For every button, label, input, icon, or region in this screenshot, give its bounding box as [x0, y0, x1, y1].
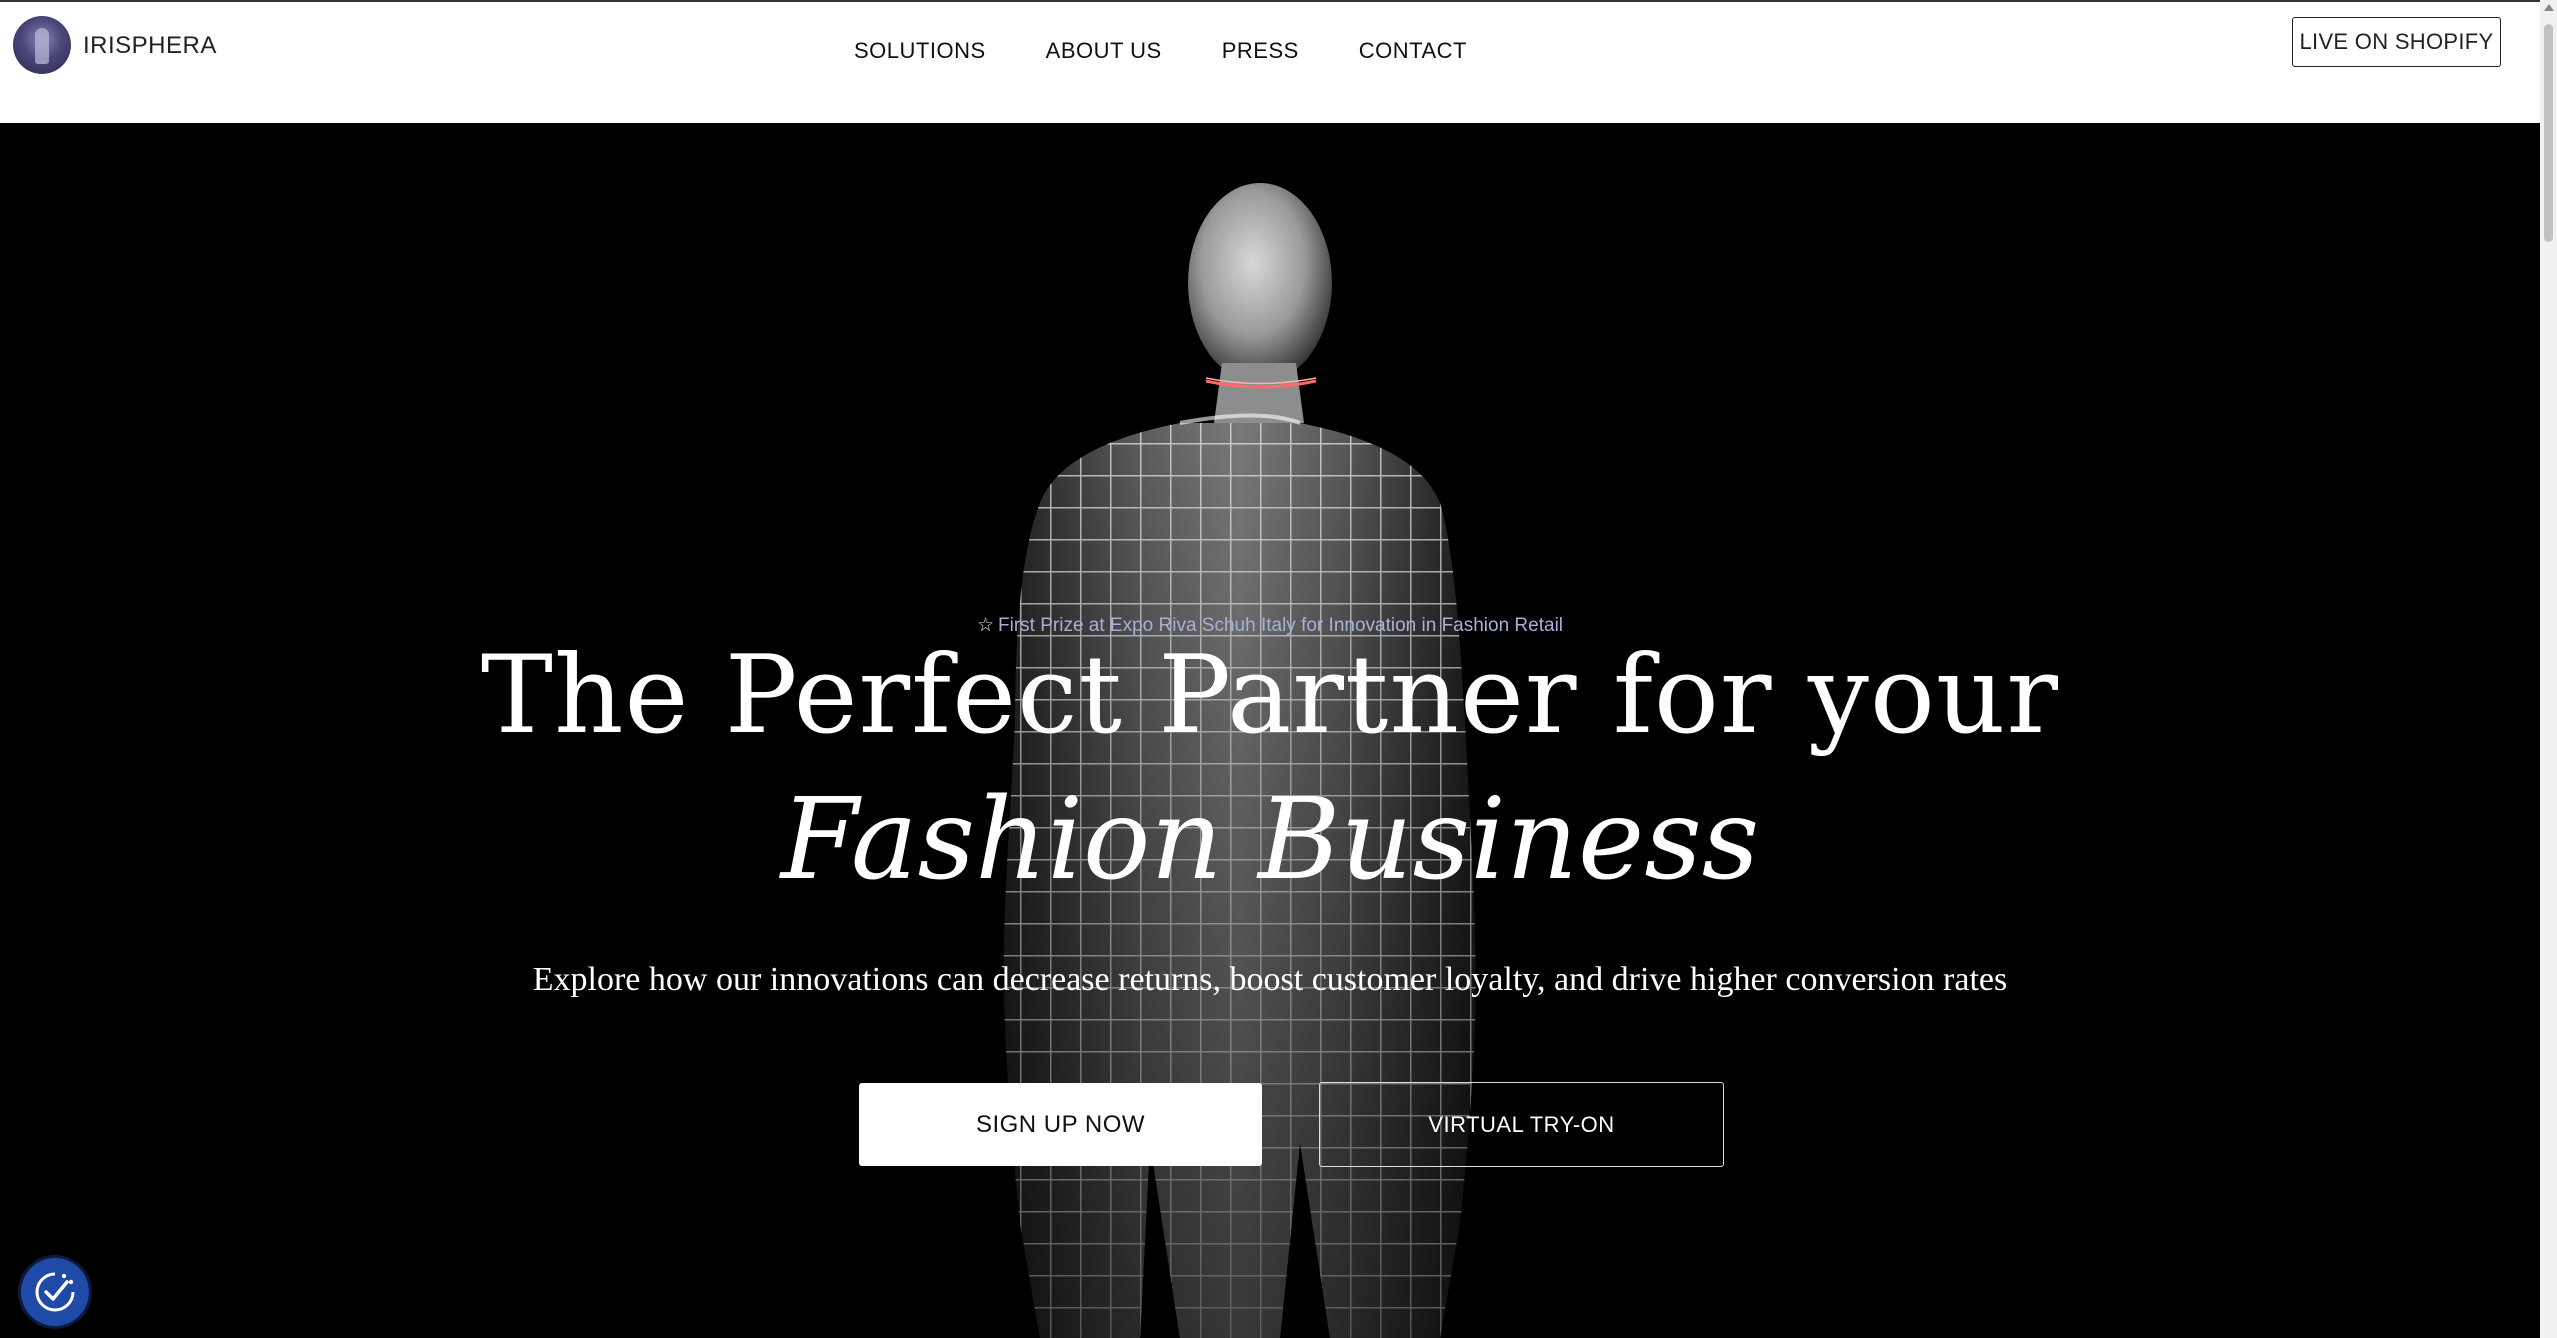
nav-contact[interactable]: CONTACT: [1359, 38, 1467, 64]
nav-about-us[interactable]: ABOUT US: [1046, 38, 1162, 64]
cookie-consent-check-icon: [35, 1272, 75, 1312]
hero-headline-line-2: Fashion Business: [780, 775, 1760, 905]
cookie-consent-button[interactable]: [21, 1258, 89, 1326]
logo-icon[interactable]: [13, 16, 71, 74]
sign-up-now-button[interactable]: SIGN UP NOW: [859, 1083, 1262, 1166]
brand-name[interactable]: IRISPHERA: [83, 32, 217, 60]
scrollbar-thumb[interactable]: [2544, 24, 2553, 242]
nav-solutions[interactable]: SOLUTIONS: [854, 38, 986, 64]
main-nav: SOLUTIONS ABOUT US PRESS CONTACT: [854, 38, 1467, 64]
hero-section: ☆ First Prize at Expo Riva Schuh Italy fo…: [0, 123, 2540, 1338]
page-scrollbar[interactable]: [2540, 0, 2557, 1338]
scroll-up-arrow-icon[interactable]: [2544, 4, 2554, 11]
nav-press[interactable]: PRESS: [1222, 38, 1299, 64]
hero-headline-line-1: The Perfect Partner for your: [480, 633, 2060, 758]
live-on-shopify-button[interactable]: LIVE ON SHOPIFY: [2292, 17, 2501, 67]
site-header: IRISPHERA SOLUTIONS ABOUT US PRESS CONTA…: [0, 2, 2540, 123]
virtual-try-on-button[interactable]: VIRTUAL TRY-ON: [1319, 1082, 1724, 1167]
hero-subtext: Explore how our innovations can decrease…: [532, 961, 2008, 998]
